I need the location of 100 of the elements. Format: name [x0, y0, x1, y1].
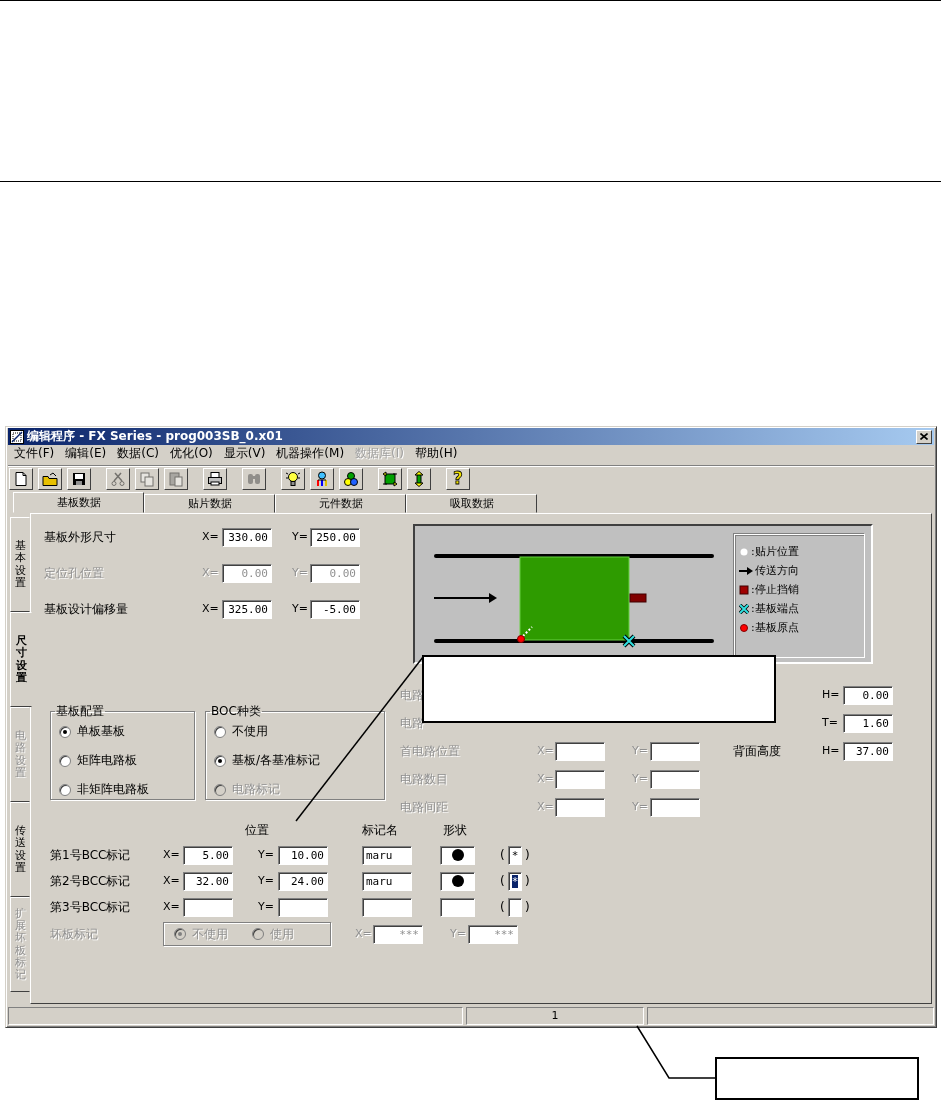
tab[interactable]: 基板数据 [13, 492, 144, 513]
side-tab[interactable]: 基本设置 [10, 517, 30, 612]
input-field[interactable] [362, 897, 412, 917]
row-label: 第1号BCC标记 [50, 847, 132, 863]
field-label: H= [822, 744, 841, 758]
radio-label: 非矩阵电路板 [77, 782, 149, 797]
input-field[interactable]: * [508, 871, 522, 891]
circle-icon [451, 875, 464, 887]
input-field[interactable]: -5.00 [310, 599, 360, 619]
field-label: 电路数目 [400, 771, 449, 787]
menu-item[interactable]: 文件(F) [11, 446, 58, 461]
toolbar-button[interactable] [203, 467, 227, 490]
field-label: 电路 [400, 687, 425, 703]
field-label: Y= [632, 744, 649, 758]
radio-button[interactable] [214, 725, 226, 738]
radio-button[interactable] [252, 928, 264, 940]
field-label: Y= [292, 602, 309, 616]
input-field[interactable] [508, 897, 522, 917]
toolbar-button[interactable] [281, 467, 305, 490]
toolbar-button[interactable] [407, 467, 431, 490]
stop-pin [629, 593, 647, 603]
input-field[interactable]: 5.00 [183, 845, 233, 865]
field-label: X= [163, 900, 181, 914]
side-tab[interactable]: 传送设置 [10, 802, 30, 897]
clipboard-icon [168, 470, 184, 487]
legend-label: 传送方向 [755, 563, 799, 578]
menu-item[interactable]: 优化(O) [166, 446, 216, 461]
input-field[interactable]: 0.00 [843, 685, 893, 705]
side-tab[interactable]: 尺寸设置 [10, 612, 32, 707]
menu-item[interactable]: 编辑(E) [62, 446, 110, 461]
toolbar-button[interactable] [339, 467, 363, 490]
input-field[interactable]: 10.00 [278, 845, 328, 865]
input-field[interactable]: 330.00 [222, 527, 272, 547]
field-label: Y= [292, 566, 309, 580]
input-field[interactable] [183, 897, 233, 917]
field-label: Y= [258, 874, 275, 888]
field-label: X= [163, 874, 181, 888]
toolbar-button[interactable] [9, 467, 33, 490]
scissors-icon [110, 470, 126, 487]
parenthesis: ( [500, 899, 506, 915]
arrows-icon [382, 470, 398, 487]
tab[interactable]: 吸取数据 [406, 494, 537, 513]
menu-item[interactable]: 帮助(H) [412, 446, 461, 461]
field-label: Y= [632, 800, 649, 814]
input-field[interactable] [650, 797, 700, 817]
input-field[interactable]: * [508, 845, 522, 865]
toolbar-button[interactable] [378, 467, 402, 490]
row-label: 第2号BCC标记 [50, 873, 132, 889]
legend-label: :贴片位置 [751, 544, 799, 559]
dotted-line [522, 626, 533, 637]
input-field[interactable]: 250.00 [310, 527, 360, 547]
field-label: X= [202, 530, 220, 544]
parenthesis: ( [500, 847, 506, 863]
parenthesis: ) [525, 899, 530, 915]
field-label: X= [537, 744, 555, 758]
field-label: 基板设计偏移量 [44, 601, 129, 617]
field-label: Y= [292, 530, 309, 544]
parenthesis: ( [500, 873, 506, 889]
input-field[interactable]: maru [362, 845, 412, 865]
menu-item[interactable]: 数据(C) [114, 446, 162, 461]
menu-item[interactable]: 显示(V) [220, 446, 269, 461]
app-icon [10, 429, 24, 444]
row-label: 第3号BCC标记 [50, 899, 132, 915]
shape-field[interactable] [440, 845, 475, 865]
menu-item[interactable]: 机器操作(M) [273, 446, 348, 461]
input-field[interactable]: 24.00 [278, 871, 328, 891]
input-field[interactable] [555, 741, 605, 761]
input-field[interactable]: 325.00 [222, 599, 272, 619]
radio-button[interactable] [174, 928, 186, 940]
input-field[interactable]: 32.00 [183, 871, 233, 891]
shape-field[interactable] [440, 871, 475, 891]
group-title: BOC种类 [210, 705, 262, 717]
input-field[interactable] [650, 769, 700, 789]
radio-label: 电路标记 [232, 782, 280, 797]
field-label: Y= [450, 927, 467, 941]
close-button[interactable] [916, 429, 932, 444]
toolbar-button[interactable] [67, 467, 91, 490]
legend-label: :基板原点 [751, 620, 799, 635]
origin-dot [517, 635, 525, 643]
shape-field[interactable] [440, 897, 475, 917]
arrow-icon [433, 593, 497, 603]
input-field[interactable] [278, 897, 328, 917]
printer-icon [207, 470, 223, 487]
toolbar-button[interactable] [38, 467, 62, 490]
tab[interactable]: 贴片数据 [144, 494, 275, 513]
input-field[interactable] [555, 769, 605, 789]
input-field[interactable] [650, 741, 700, 761]
radio-label: 单板基板 [77, 724, 125, 739]
lightbulb-icon [285, 470, 301, 487]
legend-label: :停止挡销 [751, 582, 799, 597]
toolbar-button[interactable] [310, 467, 334, 490]
input-field[interactable]: 37.00 [843, 741, 893, 761]
input-field[interactable]: maru [362, 871, 412, 891]
field-label: X= [537, 772, 555, 786]
input-field[interactable] [555, 797, 605, 817]
tab[interactable]: 元件数据 [275, 494, 406, 513]
input-field[interactable]: 1.60 [843, 713, 893, 733]
column-header: 形状 [443, 822, 467, 838]
square-icon [739, 584, 749, 595]
circle-icon [451, 849, 464, 861]
